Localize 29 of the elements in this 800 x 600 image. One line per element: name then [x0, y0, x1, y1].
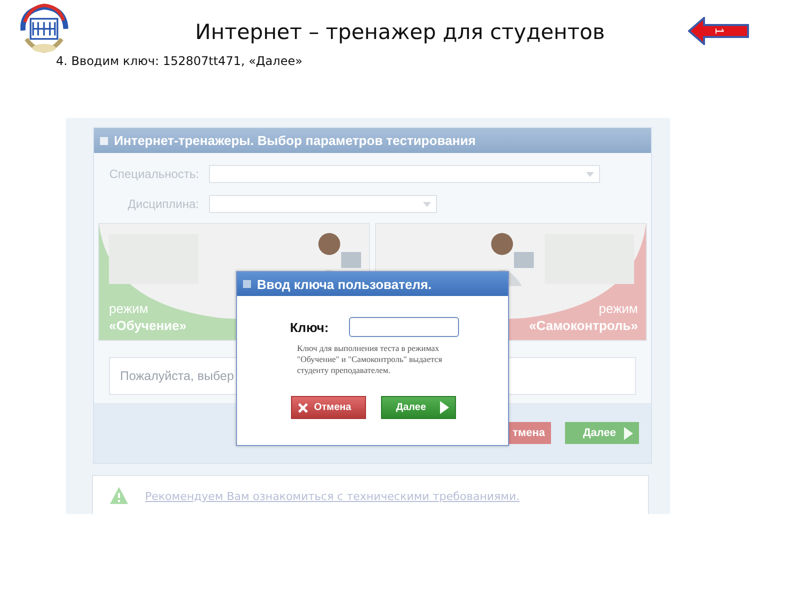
select-field[interactable] — [209, 165, 600, 183]
panel-title: Интернет-тренажеры. Выбор параметров тестирования — [114, 133, 476, 148]
back-arrow-icon[interactable] — [688, 17, 750, 45]
requirements-link[interactable]: Рекомендуем Вам ознакомиться с техническими требованиями. — [145, 490, 520, 502]
select-field[interactable] — [209, 195, 437, 213]
hint-text: Ключ для выполнения теста в режимах "Обучение" и "Самоконтроль" выдается студенту преподавателем. — [297, 343, 444, 376]
caret-icon — [586, 172, 594, 177]
next-button[interactable]: Далее — [565, 422, 639, 444]
mode-name: «Самоконтроль» — [529, 317, 638, 334]
message-text: Пожалуйста, выбер — [120, 369, 234, 383]
field-label: Специальность: — [108, 167, 199, 181]
step-instruction: 4. Вводим ключ: 152807tt471, «Далее» — [56, 54, 302, 68]
warning-icon — [109, 486, 129, 506]
slide-title: Интернет – тренажер для студентов — [195, 20, 605, 44]
play-icon — [624, 426, 633, 440]
mode-caption: режим — [598, 300, 638, 317]
key-label: Ключ: — [290, 320, 329, 334]
field-label: Дисциплина: — [126, 197, 199, 211]
mode-caption: режим — [109, 300, 150, 317]
next-button[interactable]: Далее — [381, 396, 456, 419]
window-icon — [243, 280, 251, 288]
window-icon — [100, 136, 108, 144]
key-input[interactable] — [348, 317, 459, 337]
mode-name: «Обучение» — [109, 317, 187, 334]
play-icon — [440, 401, 449, 414]
close-icon — [298, 402, 308, 412]
cancel-button[interactable]: Отмена — [291, 396, 366, 419]
slide-number: 1 — [712, 28, 726, 34]
caret-icon — [423, 202, 431, 207]
